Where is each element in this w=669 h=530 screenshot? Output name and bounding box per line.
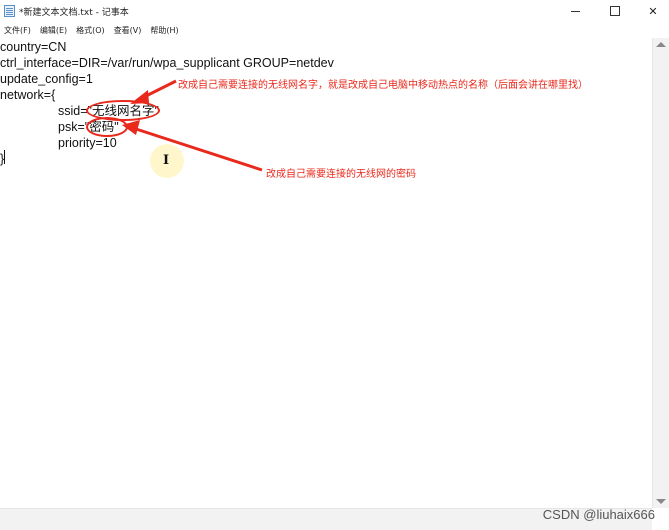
ibeam-cursor-icon: I <box>163 153 170 168</box>
psk-annotation: 改成自己需要连接的无线网的密码 <box>266 169 416 180</box>
scroll-down-icon[interactable] <box>656 499 666 504</box>
scroll-up-icon[interactable] <box>656 42 666 47</box>
ssid-annotation: 改成自己需要连接的无线网名字，就是改成自己电脑中移动热点的名称（后面会讲在哪里找… <box>178 80 588 91</box>
ssid-arrowhead <box>130 90 149 104</box>
psk-arrowhead <box>122 120 140 135</box>
watermark: CSDN @liuhaix666 <box>542 507 655 522</box>
vertical-scrollbar[interactable] <box>652 38 669 508</box>
